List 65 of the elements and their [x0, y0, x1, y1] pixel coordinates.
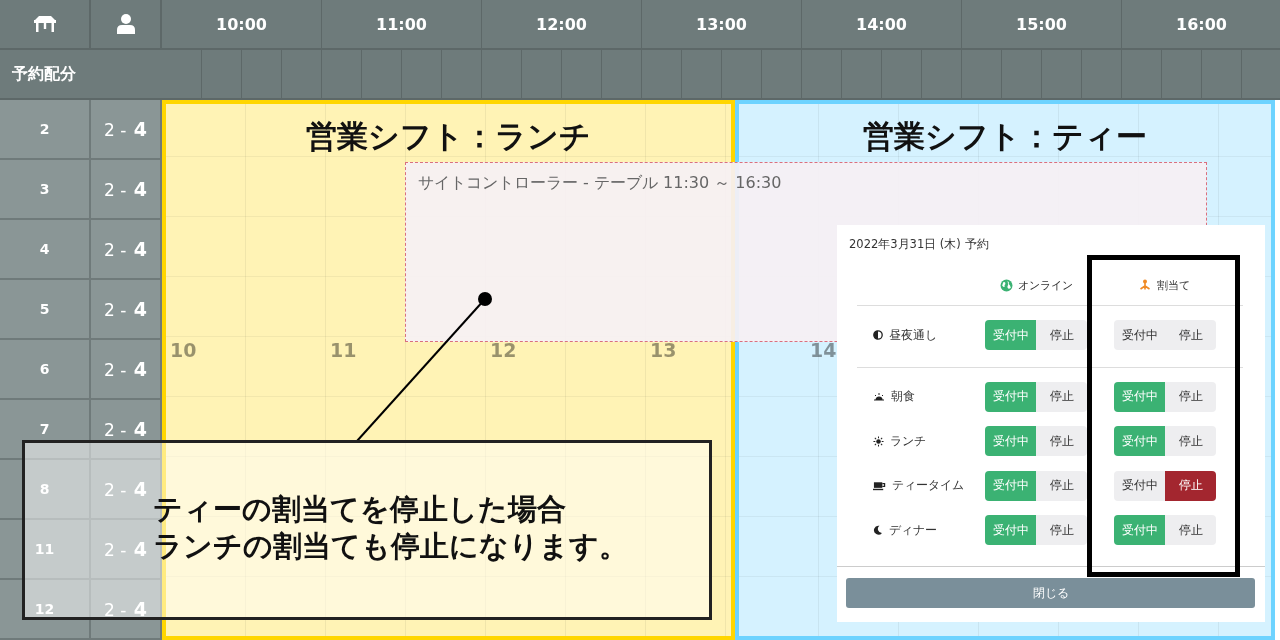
callout-text: ランチの割当ても停止になります。 — [153, 528, 628, 565]
cup-icon — [873, 480, 886, 491]
status-option[interactable]: 停止 — [1165, 320, 1216, 351]
capacity-range: 2 - 4 — [104, 538, 147, 560]
meal-label: 朝食 — [891, 388, 915, 406]
table-number: 3 — [39, 181, 50, 197]
capacity-range: 2 - 4 — [104, 598, 147, 620]
dialog-title: 2022年3月31日 (木) 予約 — [849, 237, 989, 252]
table-number: 8 — [39, 481, 50, 497]
shift-title: 営業シフト：ランチ — [306, 117, 591, 156]
status-option[interactable]: 停止 — [1036, 381, 1087, 412]
time-label: 11:00 — [376, 14, 427, 34]
shift-title: 営業シフト：ティー — [863, 117, 1147, 156]
status-option[interactable]: 受付中 — [1114, 320, 1165, 351]
table-number: 12 — [34, 601, 55, 617]
capacity-range: 2 - 4 — [104, 358, 147, 380]
hour-label: 14 — [810, 339, 837, 361]
hour-label: 10 — [170, 339, 197, 361]
capacity-range: 2 - 4 — [104, 178, 147, 200]
table-number: 6 — [39, 361, 50, 377]
sunrise-icon — [873, 391, 885, 402]
capacity-range: 2 - 4 — [104, 478, 147, 500]
moon-icon — [873, 525, 883, 536]
section-label: 予約配分 — [12, 63, 76, 85]
table-number: 2 — [39, 121, 50, 137]
block-label: サイトコントローラー - テーブル 11:30 ～ 16:30 — [418, 173, 782, 192]
sun-icon — [873, 435, 884, 447]
status-option[interactable]: 停止 — [1036, 426, 1087, 457]
table-number: 5 — [39, 301, 50, 317]
hour-label: 11 — [330, 339, 357, 361]
hour-label: 13 — [650, 339, 677, 361]
status-option[interactable]: 停止 — [1036, 470, 1087, 501]
callout-text: ティーの割当てを停止した場合 — [153, 491, 566, 528]
status-option[interactable]: 停止 — [1165, 426, 1216, 457]
status-option[interactable]: 受付中 — [1114, 470, 1165, 501]
capacity-range: 2 - 4 — [104, 418, 147, 440]
table-icon — [32, 15, 57, 33]
half-circle-icon — [873, 330, 883, 341]
capacity-range: 2 - 4 — [104, 238, 147, 260]
globe-icon — [1000, 278, 1013, 292]
status-option[interactable]: 停止 — [1165, 515, 1216, 546]
person-icon — [115, 13, 136, 35]
table-number: 7 — [39, 421, 50, 437]
status-option[interactable]: 停止 — [1165, 470, 1216, 501]
status-option[interactable]: 停止 — [1165, 381, 1216, 412]
table-number: 4 — [39, 241, 50, 257]
time-label: 15:00 — [1016, 14, 1067, 34]
meal-label: ティータイム — [892, 477, 964, 495]
meal-label: 昼夜通し — [889, 326, 937, 344]
status-option[interactable]: 停止 — [1036, 515, 1087, 546]
time-label: 12:00 — [536, 14, 587, 34]
capacity-range: 2 - 4 — [104, 298, 147, 320]
hour-label: 12 — [490, 339, 517, 361]
time-label: 13:00 — [696, 14, 747, 34]
column-header: オンライン — [1018, 277, 1073, 293]
capacity-range: 2 - 4 — [104, 118, 147, 140]
time-label: 10:00 — [216, 14, 267, 34]
time-label: 14:00 — [856, 14, 907, 34]
table-number: 11 — [34, 541, 55, 557]
status-option[interactable]: 停止 — [1036, 320, 1087, 351]
meal-label: ディナー — [889, 521, 937, 539]
time-label: 16:00 — [1176, 14, 1227, 34]
column-header: 割当て — [1156, 277, 1190, 293]
branch-icon — [1137, 279, 1152, 291]
meal-label: ランチ — [890, 432, 926, 450]
